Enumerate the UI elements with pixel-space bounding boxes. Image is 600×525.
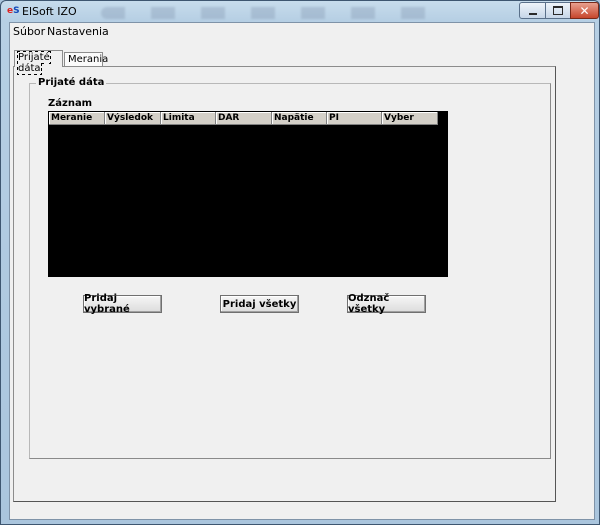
uncheck-all-button[interactable]: Odznač všetky — [347, 293, 426, 315]
close-icon: ✕ — [579, 3, 590, 18]
tab-panel: Prijaté dáta Záznam Meranie Výsledok Lim… — [13, 66, 556, 502]
app-icon[interactable]: eS — [7, 5, 21, 17]
records-table[interactable]: Meranie Výsledok Limita DAR Napätie PI V… — [48, 111, 448, 277]
client-area: Súbor Nastavenia Prijaté dáta Merania Pr… — [9, 22, 595, 520]
taskbar-preview-blur — [101, 7, 431, 19]
minimize-icon — [528, 12, 537, 15]
window-title: ElSoft IZO — [22, 5, 77, 18]
column-header-limit[interactable]: Limita — [161, 112, 216, 125]
tab-received-data[interactable]: Prijaté dáta — [14, 50, 63, 75]
menu-file[interactable]: Súbor — [13, 25, 45, 38]
column-header-voltage[interactable]: Napätie — [272, 112, 327, 125]
menu-settings[interactable]: Nastavenia — [47, 25, 109, 38]
column-header-pi[interactable]: PI — [327, 112, 382, 125]
column-header-result[interactable]: Výsledok — [105, 112, 161, 125]
minimize-button[interactable] — [519, 2, 546, 19]
table-header-filler — [438, 112, 446, 125]
add-selected-button[interactable]: Pridaj vybrané — [83, 293, 162, 315]
app-window: eS ElSoft IZO ✕ Súbor Nastavenia Prijaté… — [0, 0, 600, 525]
group-title: Prijaté dáta — [36, 77, 107, 88]
column-header-measurement[interactable]: Meranie — [49, 112, 105, 125]
records-label: Záznam — [48, 98, 93, 109]
maximize-icon — [553, 6, 563, 15]
close-button[interactable]: ✕ — [570, 2, 599, 19]
table-header: Meranie Výsledok Limita DAR Napätie PI V… — [49, 112, 438, 125]
title-bar[interactable]: eS ElSoft IZO ✕ — [1, 1, 599, 21]
tab-measurements-label: Merania — [68, 54, 109, 65]
column-header-select[interactable]: Vyber — [382, 112, 438, 125]
column-header-dar[interactable]: DAR — [216, 112, 272, 125]
menu-bar: Súbor Nastavenia — [10, 23, 594, 40]
maximize-button[interactable] — [545, 2, 571, 19]
add-all-button[interactable]: Pridaj všetky — [220, 295, 299, 313]
tab-measurements[interactable]: Merania — [64, 52, 108, 67]
